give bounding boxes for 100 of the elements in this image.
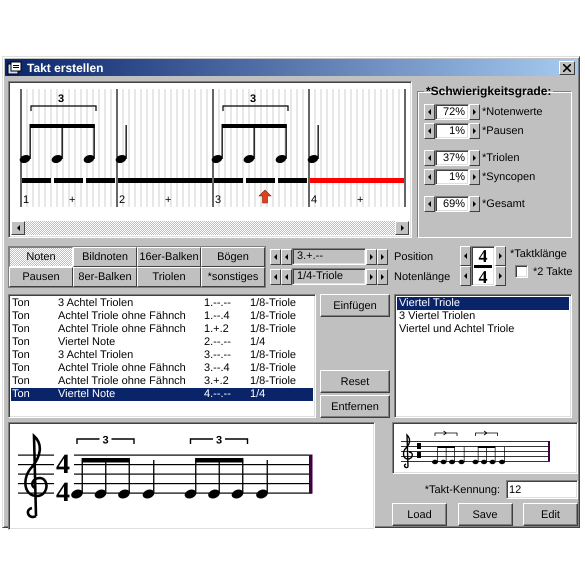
event-row[interactable]: Ton Achtel Triole ohne Fähnch 1.--.4 1/8-Triole xyxy=(11,310,313,323)
group-title: *Schwierigkeitsgrade: xyxy=(425,84,552,98)
event-type: Ton xyxy=(11,349,31,362)
previous-button[interactable] xyxy=(281,248,292,264)
position-field[interactable]: 3.+.-- xyxy=(292,248,366,265)
event-row[interactable]: Ton Viertel Note 2.--.-- 1/4 xyxy=(11,336,313,349)
left-arrow-icon xyxy=(428,155,431,161)
right-arrow-icon xyxy=(499,273,502,279)
checkbox-label: *2 Takte xyxy=(533,266,573,278)
event-position: 1.+.2 xyxy=(204,323,230,336)
load-button[interactable]: Load xyxy=(392,503,447,526)
remove-button[interactable]: Entfernen xyxy=(320,395,390,418)
quarter-note xyxy=(142,460,154,498)
beat-subdivision: + xyxy=(165,194,172,206)
increment-button[interactable] xyxy=(469,104,480,120)
event-row[interactable]: Ton 3 Achtel Triolen 3.--.-- 1/8-Triole xyxy=(11,349,313,362)
event-name: Viertel Note xyxy=(58,388,116,401)
increment-button[interactable] xyxy=(469,123,480,139)
left-arrow-icon xyxy=(428,174,431,180)
increment-button[interactable] xyxy=(495,266,506,286)
reset-button[interactable]: Reset xyxy=(320,370,390,393)
tab[interactable]: Pausen xyxy=(9,267,73,287)
percentage-field[interactable]: 37% xyxy=(435,150,469,166)
time-signature-denominator: 4 xyxy=(478,268,488,286)
event-type: Ton xyxy=(11,310,31,323)
takt-id-field[interactable]: 12 xyxy=(506,480,578,499)
event-row[interactable]: Ton Achtel Triole ohne Fähnch 3.--.4 1/8-Triole xyxy=(11,362,313,375)
difficulty-label: *Triolen xyxy=(482,152,520,164)
event-name: Achtel Triole ohne Fähnch xyxy=(58,310,187,323)
first-button[interactable] xyxy=(270,268,281,284)
difficulty-label: *Gesamt xyxy=(482,198,525,210)
percentage-field[interactable]: 1% xyxy=(435,123,469,139)
event-row[interactable]: Ton 3 Achtel Triolen 1.--.-- 1/8-Triole xyxy=(11,297,313,310)
beat-subdivision: + xyxy=(69,194,76,206)
event-length: 1/8-Triole xyxy=(250,310,298,323)
increment-button[interactable] xyxy=(469,196,480,212)
event-row[interactable]: Ton Achtel Triole ohne Fähnch 3.+.2 1/8-Triole xyxy=(11,375,313,388)
next-button[interactable] xyxy=(366,248,377,264)
last-button[interactable] xyxy=(377,268,388,284)
percentage-field[interactable]: 1% xyxy=(435,169,469,185)
left-arrow-icon xyxy=(428,109,431,115)
rhythm-editor[interactable]: 3 3 1 + 2 + 3 4 + xyxy=(8,81,412,238)
right-arrow-icon xyxy=(473,128,476,134)
event-name: Achtel Triole ohne Fähnch xyxy=(58,362,187,375)
preset-item[interactable]: Viertel und Achtel Triole xyxy=(397,323,569,336)
time-signature-numerator: 4 xyxy=(474,247,492,268)
difficulty-label: *Syncopen xyxy=(482,171,536,183)
increment-button[interactable] xyxy=(469,150,480,166)
difficulty-label: *Pausen xyxy=(482,125,524,137)
beat-subdivision: + xyxy=(357,194,364,206)
tab[interactable]: 16er-Balken xyxy=(137,247,201,267)
preset-item[interactable]: Viertel Triole xyxy=(397,297,569,310)
decrement-button[interactable] xyxy=(460,246,471,266)
checkbox[interactable] xyxy=(515,265,528,278)
event-name: Viertel Note xyxy=(58,336,116,349)
close-icon xyxy=(563,64,571,72)
tab[interactable]: Noten xyxy=(9,247,73,267)
decrement-button[interactable] xyxy=(424,123,435,139)
increment-button[interactable] xyxy=(495,246,506,266)
event-name: Achtel Triole ohne Fähnch xyxy=(58,375,187,388)
event-length: 1/8-Triole xyxy=(250,362,298,375)
time-signature-field[interactable]: 4 4 xyxy=(471,246,495,286)
last-button[interactable] xyxy=(377,248,388,264)
tab[interactable]: *sonstiges xyxy=(201,267,265,287)
close-button[interactable] xyxy=(559,60,575,74)
left-arrow-icon xyxy=(285,274,288,280)
beat-number: 3 xyxy=(215,194,222,206)
beat-number: 1 xyxy=(23,194,30,206)
horizontal-scrollbar[interactable] xyxy=(11,221,409,235)
right-arrow-icon xyxy=(381,274,384,280)
decrement-button[interactable] xyxy=(424,196,435,212)
event-row[interactable]: Ton Achtel Triole ohne Fähnch 1.+.2 1/8-Triole xyxy=(11,323,313,336)
event-position: 1.--.4 xyxy=(204,310,231,323)
tab[interactable]: Bildnoten xyxy=(73,247,137,267)
tab[interactable]: Bögen xyxy=(201,247,265,267)
percentage-field[interactable]: 72% xyxy=(435,104,469,120)
percentage-field[interactable]: 69% xyxy=(435,196,469,212)
right-arrow-icon xyxy=(473,174,476,180)
next-button[interactable] xyxy=(366,268,377,284)
preset-item[interactable]: 3 Viertel Triolen xyxy=(397,310,569,323)
field-label: Position xyxy=(394,250,434,262)
note-length-field[interactable]: 1/4-Triole xyxy=(292,268,366,285)
event-position: 3.--.-- xyxy=(204,349,232,362)
decrement-button[interactable] xyxy=(424,104,435,120)
first-button[interactable] xyxy=(270,248,281,264)
edit-button[interactable]: Edit xyxy=(523,503,578,526)
scroll-left-button[interactable] xyxy=(11,221,25,235)
previous-button[interactable] xyxy=(281,268,292,284)
event-name: Achtel Triole ohne Fähnch xyxy=(58,323,187,336)
tab[interactable]: 8er-Balken xyxy=(73,267,137,287)
insert-button[interactable]: Einfügen xyxy=(320,294,390,317)
event-row[interactable]: Ton Viertel Note 4.--.-- 1/4 xyxy=(11,388,313,401)
save-button[interactable]: Save xyxy=(458,503,512,526)
event-length: 1/8-Triole xyxy=(250,297,298,310)
decrement-button[interactable] xyxy=(460,266,471,286)
increment-button[interactable] xyxy=(469,169,480,185)
decrement-button[interactable] xyxy=(424,150,435,166)
tab[interactable]: Triolen xyxy=(137,267,201,287)
scroll-right-button[interactable] xyxy=(395,221,409,235)
decrement-button[interactable] xyxy=(424,169,435,185)
